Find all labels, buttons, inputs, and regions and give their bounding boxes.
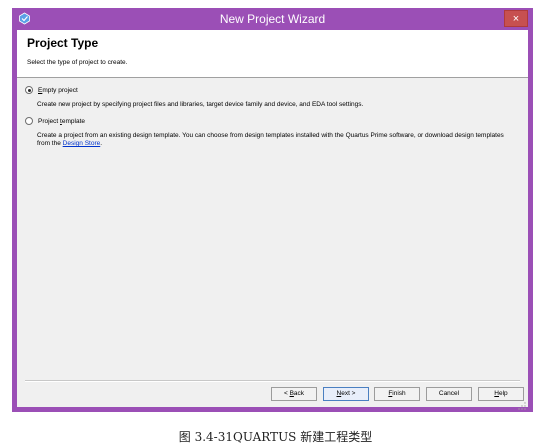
cancel-button[interactable]: Cancel [426,387,472,401]
next-button[interactable]: Next > [323,387,369,401]
page-subtitle: Select the type of project to create. [27,59,128,66]
figure-caption: 图 3.4-31QUARTUS 新建工程类型 [178,430,373,444]
resize-grip-icon[interactable] [518,397,526,410]
empty-project-label[interactable]: Empty project [38,87,78,94]
empty-project-option[interactable]: Empty project [25,86,78,94]
project-template-option[interactable]: Project template [25,117,85,125]
close-button[interactable]: × [504,10,528,27]
header-divider [17,77,528,78]
close-icon: × [512,13,520,25]
empty-project-radio[interactable] [25,86,33,94]
back-button[interactable]: < Back [271,387,317,401]
project-template-radio[interactable] [25,117,33,125]
empty-project-description: Create new project by specifying project… [37,101,364,108]
project-template-label[interactable]: Project template [38,118,85,125]
finish-button[interactable]: Finish [374,387,420,401]
window-title: New Project Wizard [219,12,326,26]
title-bar[interactable]: New Project Wizard × [12,8,533,30]
project-template-description: Create a project from an existing design… [37,132,504,147]
wizard-window: New Project Wizard × Project Type Select… [12,8,533,412]
footer-divider [25,380,520,382]
wizard-header: Project Type Select the type of project … [17,30,528,78]
wizard-client-area: Project Type Select the type of project … [17,30,528,410]
design-store-link[interactable]: Design Store [63,140,101,147]
page-title: Project Type [27,36,99,50]
